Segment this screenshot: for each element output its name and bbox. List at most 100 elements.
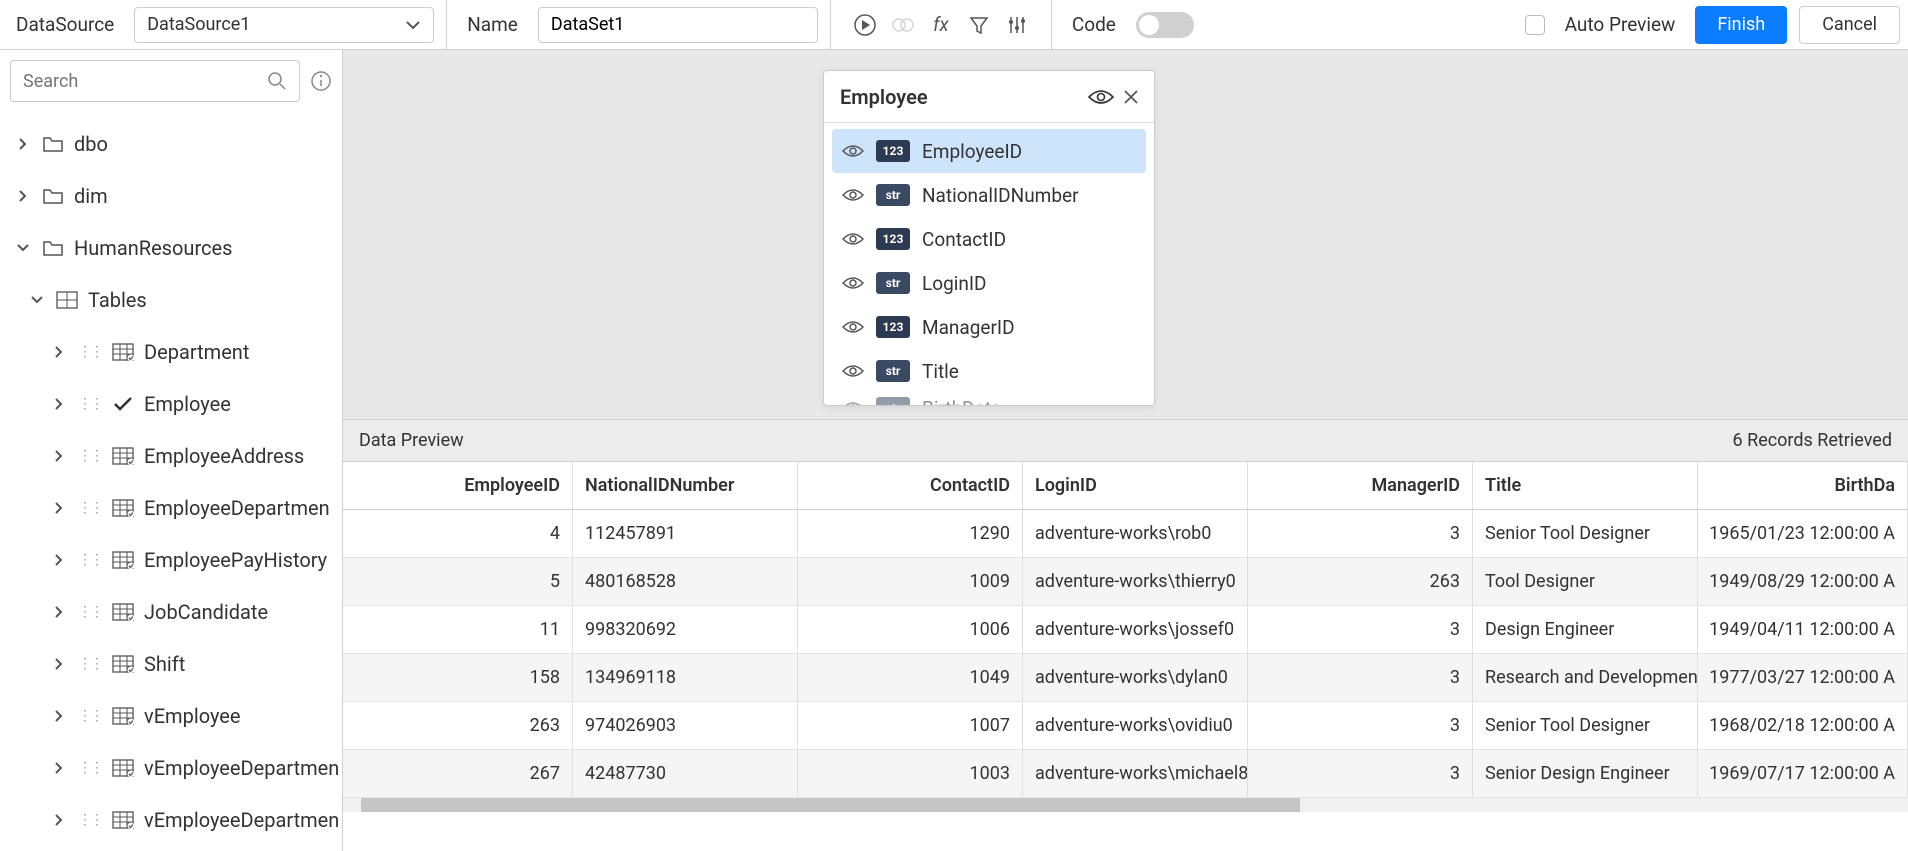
grip-icon[interactable]: ⋮⋮	[78, 656, 102, 672]
horizontal-scrollbar[interactable]	[343, 798, 1908, 812]
datasource-value: DataSource1	[147, 14, 250, 35]
chevron-icon[interactable]	[50, 813, 68, 827]
preview-header: Data Preview 6 Records Retrieved	[343, 419, 1908, 461]
grip-icon[interactable]: ⋮⋮	[78, 396, 102, 412]
eye-icon[interactable]	[842, 363, 864, 379]
cell: 158	[343, 654, 573, 701]
field-row[interactable]: strTitle	[832, 349, 1146, 393]
separator	[446, 0, 447, 50]
field-row[interactable]: 123ContactID	[832, 217, 1146, 261]
search-field[interactable]	[23, 71, 267, 92]
tree-item-label: EmployeeAddress	[144, 444, 304, 468]
tree-item[interactable]: ⋮⋮Department	[0, 326, 342, 378]
table-row[interactable]: 2639740269031007adventure-works\ovidiu03…	[343, 702, 1908, 750]
grip-icon[interactable]: ⋮⋮	[78, 708, 102, 724]
play-icon[interactable]	[853, 13, 877, 37]
tree-item[interactable]: ⋮⋮Shift	[0, 638, 342, 690]
table-row[interactable]: 267424877301003adventure-works\michael83…	[343, 750, 1908, 798]
tree-item[interactable]: ⋮⋮EmployeeDepartmen	[0, 482, 342, 534]
tree-item[interactable]: ⋮⋮EmployeePayHistory	[0, 534, 342, 586]
type-badge: 123	[876, 140, 910, 162]
cell: 1003	[798, 750, 1023, 797]
cancel-button[interactable]: Cancel	[1799, 6, 1900, 44]
chevron-icon[interactable]	[50, 709, 68, 723]
code-toggle[interactable]	[1136, 12, 1194, 38]
link-icon[interactable]	[891, 13, 915, 37]
field-row[interactable]: strLoginID	[832, 261, 1146, 305]
tree-item[interactable]: ⋮⋮ EmployeeAddress	[0, 430, 342, 482]
field-row[interactable]: 123EmployeeID	[832, 129, 1146, 173]
chevron-icon[interactable]	[14, 243, 32, 253]
table-row[interactable]: 41124578911290adventure-works\rob03Senio…	[343, 510, 1908, 558]
sliders-icon[interactable]	[1005, 13, 1029, 37]
column-header[interactable]: EmployeeID	[343, 462, 573, 509]
field-row[interactable]: strBirthDate	[832, 393, 1146, 405]
cell: 267	[343, 750, 573, 797]
preview-status: 6 Records Retrieved	[1733, 430, 1892, 451]
tree-item[interactable]: Tables	[0, 274, 342, 326]
field-label: Title	[922, 360, 959, 383]
eye-icon[interactable]	[842, 231, 864, 247]
eye-icon[interactable]	[842, 143, 864, 159]
eye-icon[interactable]	[842, 319, 864, 335]
grip-icon[interactable]: ⋮⋮	[78, 552, 102, 568]
chevron-icon[interactable]	[50, 345, 68, 359]
tree-item[interactable]: dim	[0, 170, 342, 222]
chevron-icon[interactable]	[50, 605, 68, 619]
column-header[interactable]: LoginID	[1023, 462, 1248, 509]
tree-item-icon	[112, 551, 134, 569]
fx-icon[interactable]: fx	[929, 13, 953, 37]
column-header[interactable]: NationalIDNumber	[573, 462, 798, 509]
tree-item[interactable]: ⋮⋮vEmployeeDepartmen	[0, 742, 342, 794]
autopreview-checkbox[interactable]	[1525, 15, 1545, 35]
chevron-icon[interactable]	[50, 449, 68, 463]
tree-item[interactable]: ⋮⋮vEmployee	[0, 690, 342, 742]
eye-icon[interactable]	[842, 187, 864, 203]
cell: 5	[343, 558, 573, 605]
cell: adventure-works\dylan0	[1023, 654, 1248, 701]
column-header[interactable]: BirthDa	[1698, 462, 1908, 509]
column-header[interactable]: ContactID	[798, 462, 1023, 509]
grip-icon[interactable]: ⋮⋮	[78, 760, 102, 776]
design-canvas[interactable]: Employee 123EmployeeIDstrNationalIDNumbe…	[343, 50, 1908, 419]
chevron-icon[interactable]	[28, 295, 46, 305]
finish-button[interactable]: Finish	[1695, 6, 1787, 44]
tree-item[interactable]: ⋮⋮vEmployeeDepartmen	[0, 794, 342, 846]
table-row[interactable]: 54801685281009adventure-works\thierry026…	[343, 558, 1908, 606]
info-icon[interactable]	[310, 70, 332, 92]
tree-item[interactable]: dbo	[0, 118, 342, 170]
table-row[interactable]: 1581349691181049adventure-works\dylan03R…	[343, 654, 1908, 702]
chevron-icon[interactable]	[14, 137, 32, 151]
grip-icon[interactable]: ⋮⋮	[78, 344, 102, 360]
datasource-label: DataSource	[8, 13, 122, 36]
type-badge: str	[876, 397, 910, 405]
chevron-icon[interactable]	[50, 553, 68, 567]
grip-icon[interactable]: ⋮⋮	[78, 500, 102, 516]
tree-item[interactable]: ⋮⋮Employee	[0, 378, 342, 430]
tree-item[interactable]: HumanResources	[0, 222, 342, 274]
eye-icon[interactable]	[842, 275, 864, 291]
chevron-icon[interactable]	[50, 397, 68, 411]
search-input[interactable]	[10, 60, 300, 102]
table-row[interactable]: 119983206921006adventure-works\jossef03D…	[343, 606, 1908, 654]
chevron-icon[interactable]	[14, 189, 32, 203]
datasource-select[interactable]: DataSource1	[134, 7, 434, 43]
chevron-icon[interactable]	[50, 761, 68, 775]
field-row[interactable]: 123ManagerID	[832, 305, 1146, 349]
name-input[interactable]	[538, 7, 818, 43]
chevron-icon[interactable]	[50, 501, 68, 515]
column-header[interactable]: ManagerID	[1248, 462, 1473, 509]
cell: 3	[1248, 606, 1473, 653]
field-row[interactable]: strNationalIDNumber	[832, 173, 1146, 217]
column-header[interactable]: Title	[1473, 462, 1698, 509]
grip-icon[interactable]: ⋮⋮	[78, 812, 102, 828]
close-icon[interactable]	[1124, 90, 1138, 104]
cell: 974026903	[573, 702, 798, 749]
eye-icon[interactable]	[1088, 88, 1114, 106]
filter-icon[interactable]	[967, 13, 991, 37]
chevron-icon[interactable]	[50, 657, 68, 671]
grip-icon[interactable]: ⋮⋮	[78, 448, 102, 464]
grip-icon[interactable]: ⋮⋮	[78, 604, 102, 620]
eye-icon[interactable]	[842, 400, 864, 405]
tree-item[interactable]: ⋮⋮JobCandidate	[0, 586, 342, 638]
